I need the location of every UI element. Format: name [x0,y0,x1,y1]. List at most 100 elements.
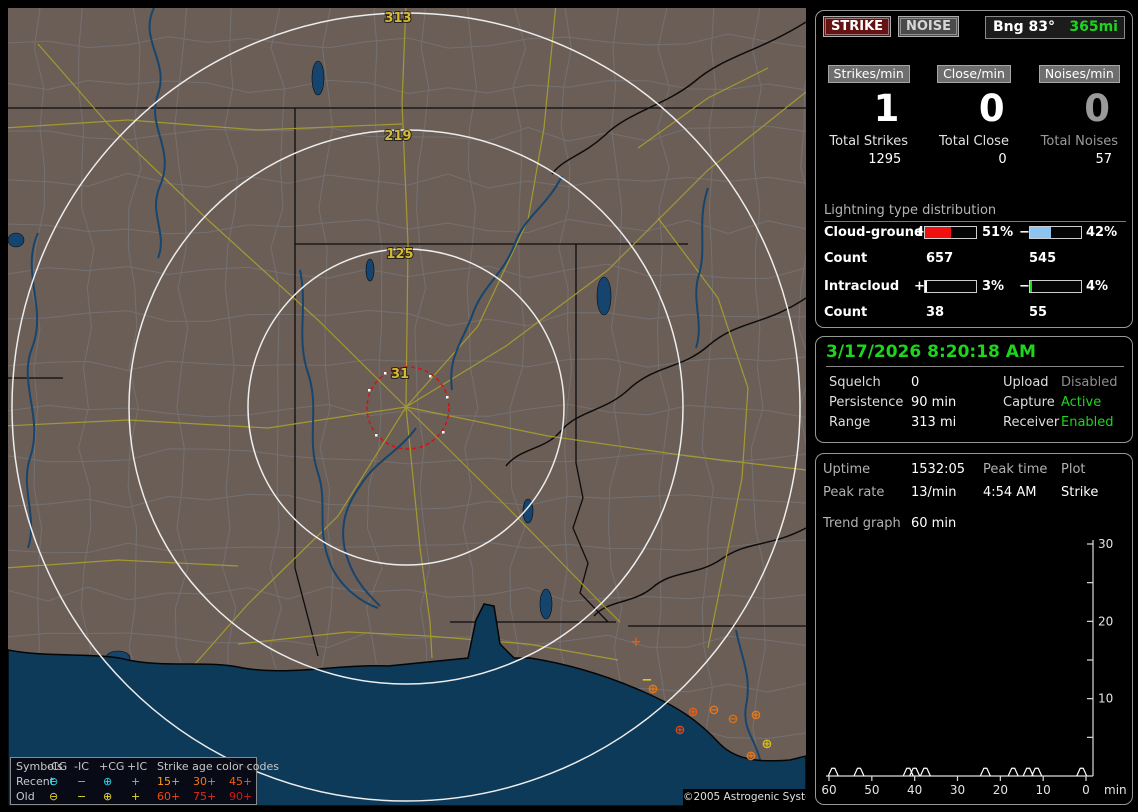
strike-symbol: ⊕ [746,749,757,764]
upload-status: Disabled [1061,375,1118,390]
strike-symbol: + [631,635,642,650]
noise-mode-button-label: NOISE [900,18,958,35]
status-panel: 3/17/2026 8:20:18 AM Squelch 0 Upload Di… [815,336,1133,443]
persistence-value: 90 min [911,395,957,410]
range-label: Range [829,415,871,430]
ic-minus-percent: 4% [1086,279,1109,294]
cloud-ground-label: Cloud-ground [824,225,924,240]
close-per-min-value: 0 [978,87,1005,130]
recent-plus-icon: + [131,775,141,788]
ic-plus-bar [924,280,977,293]
svg-text:20: 20 [1098,614,1113,628]
ring-label-219: 219 [384,129,411,144]
capture-status: Active [1061,395,1102,410]
ring-label-313: 313 [384,11,411,26]
legend-age-header: Strike age color codes [157,760,279,773]
age-60: 60+ [157,790,181,803]
strike-symbol: ⊕ [675,723,686,738]
strikes-per-min-chip[interactable]: Strikes/min [827,65,910,83]
receiver-status: Enabled [1061,415,1114,430]
distribution-title: Lightning type distribution [824,203,1126,222]
age-15: 15+ [157,775,181,788]
old-minus-icon: − [77,790,87,803]
status-row: Persistence 90 min Capture Active [816,395,1132,411]
svg-text:40: 40 [907,783,922,797]
status-row: Squelch 0 Upload Disabled [816,375,1132,391]
status-row: Range 313 mi Receiver Enabled [816,415,1132,431]
old-circled-minus-icon: ⊖ [49,790,59,803]
map-canvas: 313 219 125 31 +−⊕⊕ ⊖⊕⊖ ⊕⊕⊕ [8,8,806,806]
total-strikes-label: Total Strikes [829,133,908,149]
copyright-text: ©2005 Astrogenic Systems [683,789,806,806]
cg-minus-percent: 42% [1086,225,1118,240]
app-window: { "map": { "ring_labels": ["313", "219",… [0,0,1138,812]
svg-text:30: 30 [950,783,965,797]
total-close-label: Total Close [939,133,1009,149]
age-45: 45+ [229,775,253,788]
legend-col-+ic: +IC [127,760,148,773]
svg-text:min: min [1104,783,1127,797]
noise-mode-button[interactable]: NOISE [898,16,960,37]
squelch-value: 0 [911,375,920,390]
strike-symbol: ⊕ [762,737,773,752]
close-per-min-chip[interactable]: Close/min [937,65,1011,83]
range-value: 313 mi [911,415,957,430]
age-90: 90+ [229,790,253,803]
strike-symbol: ⊕ [688,705,699,720]
cloud-ground-row: Cloud-ground + 51% − 42% [816,225,1132,241]
svg-text:30: 30 [1098,537,1113,551]
svg-text:20: 20 [993,783,1008,797]
total-noises-value: 57 [1095,151,1112,167]
strike-symbol: ⊖ [728,712,739,727]
recent-circled-minus-icon: ⊖ [49,775,59,788]
intracloud-row: Intracloud + 3% − 4% [816,279,1132,295]
ic-plus-percent: 3% [982,279,1005,294]
ic-minus-count: 55 [1029,305,1048,320]
strikes-per-min-value: 1 [873,87,900,130]
squelch-label: Squelch [829,375,881,390]
receiver-label: Receiver [1003,415,1060,430]
svg-text:60: 60 [821,783,836,797]
bearing-range-value: 365mi [1069,19,1118,35]
cg-minus-count: 545 [1029,251,1057,266]
map-legend: Symbols -CG -IC +CG +IC Strike age color… [10,757,279,805]
upload-label: Upload [1003,375,1049,390]
trend-graph: 10 20 30 60 50 40 30 20 10 0 min [821,537,1127,797]
lightning-map[interactable]: 313 219 125 31 + − ⊕ ⊕ ⊖ ⊕ ⊖ ⊕ ⊕ ⊕ Symbols -CG -I… [8,8,806,806]
age-30: 30+ [193,775,217,788]
cg-plus-percent: 51% [982,225,1014,240]
svg-text:50: 50 [864,783,879,797]
total-noises-label: Total Noises [1040,133,1118,149]
cg-minus-bar [1029,226,1082,239]
total-strikes-value: 1295 [868,151,902,167]
svg-text:0: 0 [1082,783,1090,797]
count-label: Count [824,251,868,266]
trend-panel: Uptime 1532:05 Peak time Plot Peak rate … [815,453,1133,805]
cg-plus-bar [924,226,977,239]
datetime-display: 3/17/2026 8:20:18 AM [826,342,1124,367]
ring-label-31: 31 [391,367,409,382]
svg-text:10: 10 [1036,783,1051,797]
count-label: Count [824,305,868,320]
stats-panel: STRIKE NOISE Bng 83° 365mi Strikes/min 1… [815,10,1133,328]
cloud-ground-count-row: Count 657 545 [816,251,1132,267]
strike-mode-button[interactable]: STRIKE [823,16,892,37]
age-75: 75+ [193,790,217,803]
noises-per-min-value: 0 [1084,87,1110,130]
close-column: Close/min 0 Total Close 0 [921,63,1026,167]
legend-col--cg: -CG [47,760,68,773]
capture-label: Capture [1003,395,1055,410]
bearing-value: Bng 83° [993,19,1056,35]
strikes-column: Strikes/min 1 Total Strikes 1295 [816,63,921,167]
ic-plus-count: 38 [926,305,945,320]
recent-minus-icon: − [77,775,87,788]
noises-per-min-chip[interactable]: Noises/min [1038,65,1120,83]
ic-minus-bar [1029,280,1082,293]
legend-old-label: Old [16,790,35,803]
legend-col-+cg: +CG [99,760,125,773]
old-circled-plus-icon: ⊕ [103,790,113,803]
strike-mode-button-label: STRIKE [825,18,890,35]
recent-circled-plus-icon: ⊕ [103,775,113,788]
strike-symbol: ⊖ [709,703,720,718]
persistence-label: Persistence [829,395,904,410]
